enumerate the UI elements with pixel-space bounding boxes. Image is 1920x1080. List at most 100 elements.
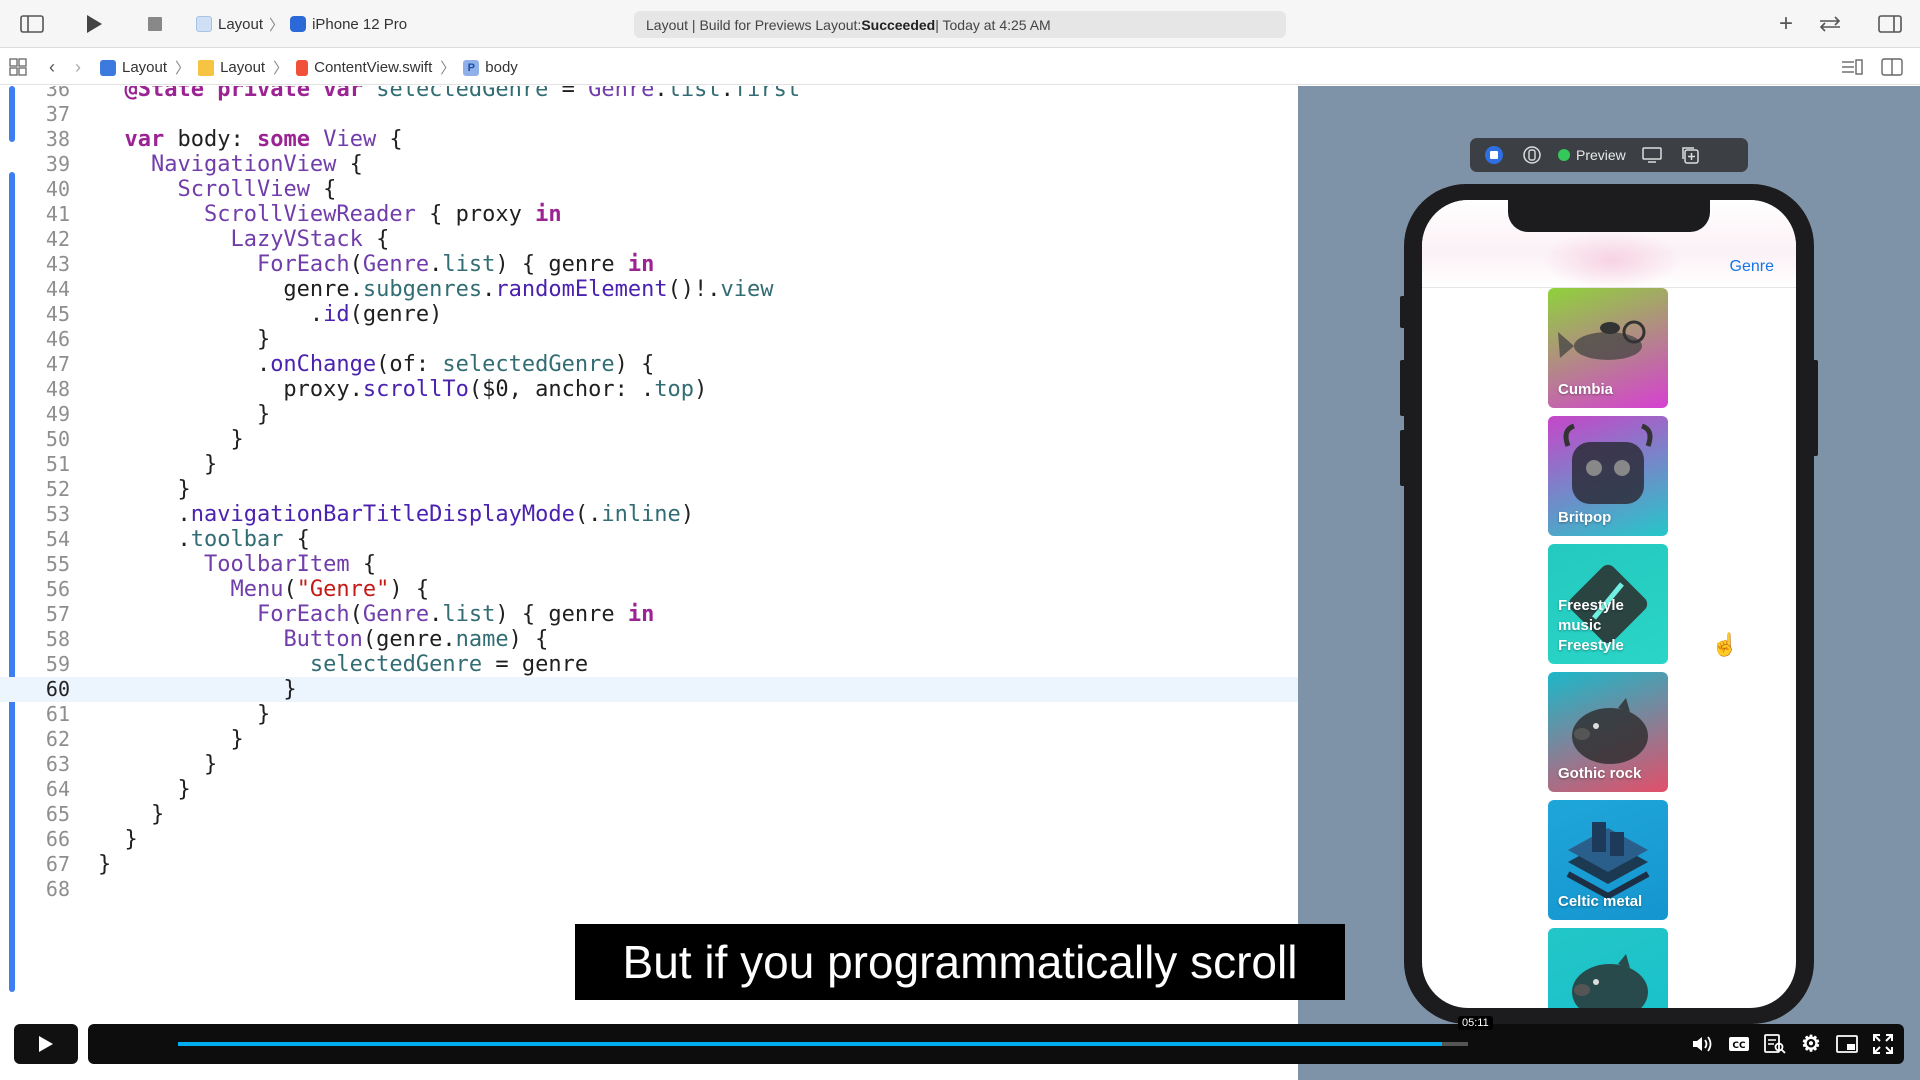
editor-options-icon[interactable] — [1838, 53, 1866, 81]
genre-tile[interactable]: Freestyle music Freestyle — [1548, 544, 1668, 664]
chevron-right-icon: 〉 — [273, 60, 289, 77]
svg-text:CC: CC — [1732, 1041, 1746, 1051]
breadcrumb-symbol[interactable]: body — [485, 59, 518, 76]
preview-canvas[interactable]: Preview Genre Cumbia Britpop Freestyle mus… — [1298, 86, 1920, 1080]
code-line[interactable]: 47 .onChange(of: selectedGenre) { — [0, 352, 1298, 377]
genre-menu-button[interactable]: Genre — [1730, 258, 1774, 276]
progress-fill — [178, 1042, 1443, 1046]
code-line[interactable]: 68 — [0, 877, 1298, 902]
code-line[interactable]: 58 Button(genre.name) { — [0, 627, 1298, 652]
code-line[interactable]: 67} — [0, 852, 1298, 877]
code-line[interactable]: 38 var body: some View { — [0, 127, 1298, 152]
scheme-selector[interactable]: Layout 〉 iPhone 12 Pro — [196, 13, 407, 35]
transcript-icon[interactable] — [1762, 1032, 1788, 1056]
line-number: 57 — [45, 602, 70, 626]
code-text: } — [98, 727, 244, 752]
play-button[interactable] — [14, 1024, 78, 1064]
code-review-icon[interactable] — [1816, 10, 1844, 38]
chevron-right-icon: 〉 — [175, 60, 191, 77]
code-line[interactable]: 64 } — [0, 777, 1298, 802]
code-line[interactable]: 57 ForEach(Genre.list) { genre in — [0, 602, 1298, 627]
back-icon[interactable]: ‹ — [38, 53, 66, 81]
code-line[interactable]: 62 } — [0, 727, 1298, 752]
code-line[interactable]: 51 } — [0, 452, 1298, 477]
simulator-screen[interactable]: Genre Cumbia Britpop Freestyle music Frees… — [1422, 200, 1796, 1008]
activity-status: Layout | Build for Previews Layout: Succ… — [634, 11, 1286, 38]
line-number: 64 — [45, 777, 70, 801]
code-line[interactable]: 44 genre.subgenres.randomElement()!.view — [0, 277, 1298, 302]
code-line[interactable]: 60 } — [0, 677, 1298, 702]
code-line[interactable]: 49 } — [0, 402, 1298, 427]
code-line[interactable]: 37 — [0, 102, 1298, 127]
stop-button[interactable] — [141, 10, 169, 38]
code-line[interactable]: 55 ToolbarItem { — [0, 552, 1298, 577]
line-number: 58 — [45, 627, 70, 651]
code-line[interactable]: 65 } — [0, 802, 1298, 827]
code-text: } — [98, 402, 271, 427]
code-line[interactable]: 53 .navigationBarTitleDisplayMode(.inlin… — [0, 502, 1298, 527]
live-indicator — [1558, 149, 1570, 161]
breadcrumb-folder[interactable]: Layout — [220, 59, 265, 76]
code-line[interactable]: 46 } — [0, 327, 1298, 352]
run-button[interactable] — [80, 10, 108, 38]
breadcrumb-file[interactable]: ContentView.swift — [314, 59, 432, 76]
line-number: 45 — [45, 302, 70, 326]
preview-status[interactable]: Preview — [1558, 147, 1626, 163]
progress-area: 05:11 — [88, 1016, 1904, 1064]
genre-tile[interactable]: Cumbia — [1548, 288, 1668, 408]
code-line[interactable]: 45 .id(genre) — [0, 302, 1298, 327]
duplicate-preview-icon[interactable] — [1678, 143, 1702, 167]
genre-tile-label: Gothic rock — [1558, 765, 1642, 782]
selectable-mode-icon[interactable] — [1520, 143, 1544, 167]
code-line[interactable]: 41 ScrollViewReader { proxy in — [0, 202, 1298, 227]
video-caption: But if you programmatically scroll — [575, 924, 1345, 1000]
code-line[interactable]: 40 ScrollView { — [0, 177, 1298, 202]
preview-label: Preview — [1576, 147, 1626, 163]
code-line[interactable]: 48 proxy.scrollTo($0, anchor: .top) — [0, 377, 1298, 402]
code-text: } — [98, 327, 271, 352]
current-time: 05:11 — [1458, 1016, 1493, 1030]
add-editor-icon[interactable] — [1878, 53, 1906, 81]
genre-tile[interactable] — [1548, 928, 1668, 1008]
device-settings-icon[interactable] — [1640, 143, 1664, 167]
code-text: } — [98, 777, 191, 802]
genre-tile[interactable]: Gothic rock — [1548, 672, 1668, 792]
breadcrumb-project[interactable]: Layout — [122, 59, 167, 76]
captions-icon[interactable]: CC — [1726, 1032, 1752, 1056]
fullscreen-icon[interactable] — [1870, 1032, 1896, 1056]
live-preview-icon[interactable] — [1482, 143, 1506, 167]
progress-track[interactable] — [178, 1042, 1468, 1046]
code-line[interactable]: 52 } — [0, 477, 1298, 502]
code-text: var body: some View { — [124, 127, 403, 152]
iphone-frame: Genre Cumbia Britpop Freestyle music Frees… — [1400, 184, 1818, 1024]
inspector-toggle-icon[interactable] — [1876, 10, 1904, 38]
code-line[interactable]: 39 NavigationView { — [0, 152, 1298, 177]
volume-icon[interactable] — [1690, 1032, 1716, 1056]
code-line[interactable]: 66 } — [0, 827, 1298, 852]
line-number: 41 — [45, 202, 70, 226]
code-line[interactable]: 36 @State private var selectedGenre = Ge… — [0, 86, 1298, 102]
settings-gear-icon[interactable]: ⚙ — [1798, 1031, 1824, 1056]
code-line[interactable]: 42 LazyVStack { — [0, 227, 1298, 252]
code-line[interactable]: 61 } — [0, 702, 1298, 727]
line-number: 38 — [45, 127, 70, 151]
genre-tile[interactable]: Britpop — [1548, 416, 1668, 536]
code-line[interactable]: 54 .toolbar { — [0, 527, 1298, 552]
code-line[interactable]: 50 } — [0, 427, 1298, 452]
code-line[interactable]: 56 Menu("Genre") { — [0, 577, 1298, 602]
add-icon[interactable]: + — [1772, 10, 1800, 38]
code-line[interactable]: 43 ForEach(Genre.list) { genre in — [0, 252, 1298, 277]
code-text: } — [98, 702, 271, 727]
forward-icon[interactable]: › — [64, 53, 92, 81]
line-number: 52 — [45, 477, 70, 501]
genre-tile[interactable]: Celtic metal — [1548, 800, 1668, 920]
related-items-icon[interactable] — [4, 53, 32, 81]
code-text: .navigationBarTitleDisplayMode(.inline) — [98, 502, 695, 527]
genre-tile-label: Celtic metal — [1558, 893, 1643, 910]
code-text: ForEach(Genre.list) { genre in — [256, 252, 655, 277]
navigator-toggle-icon[interactable] — [18, 10, 46, 38]
picture-in-picture-icon[interactable] — [1834, 1032, 1860, 1056]
code-line[interactable]: 59 selectedGenre = genre — [0, 652, 1298, 677]
code-line[interactable]: 63 } — [0, 752, 1298, 777]
code-text: } — [98, 752, 218, 777]
